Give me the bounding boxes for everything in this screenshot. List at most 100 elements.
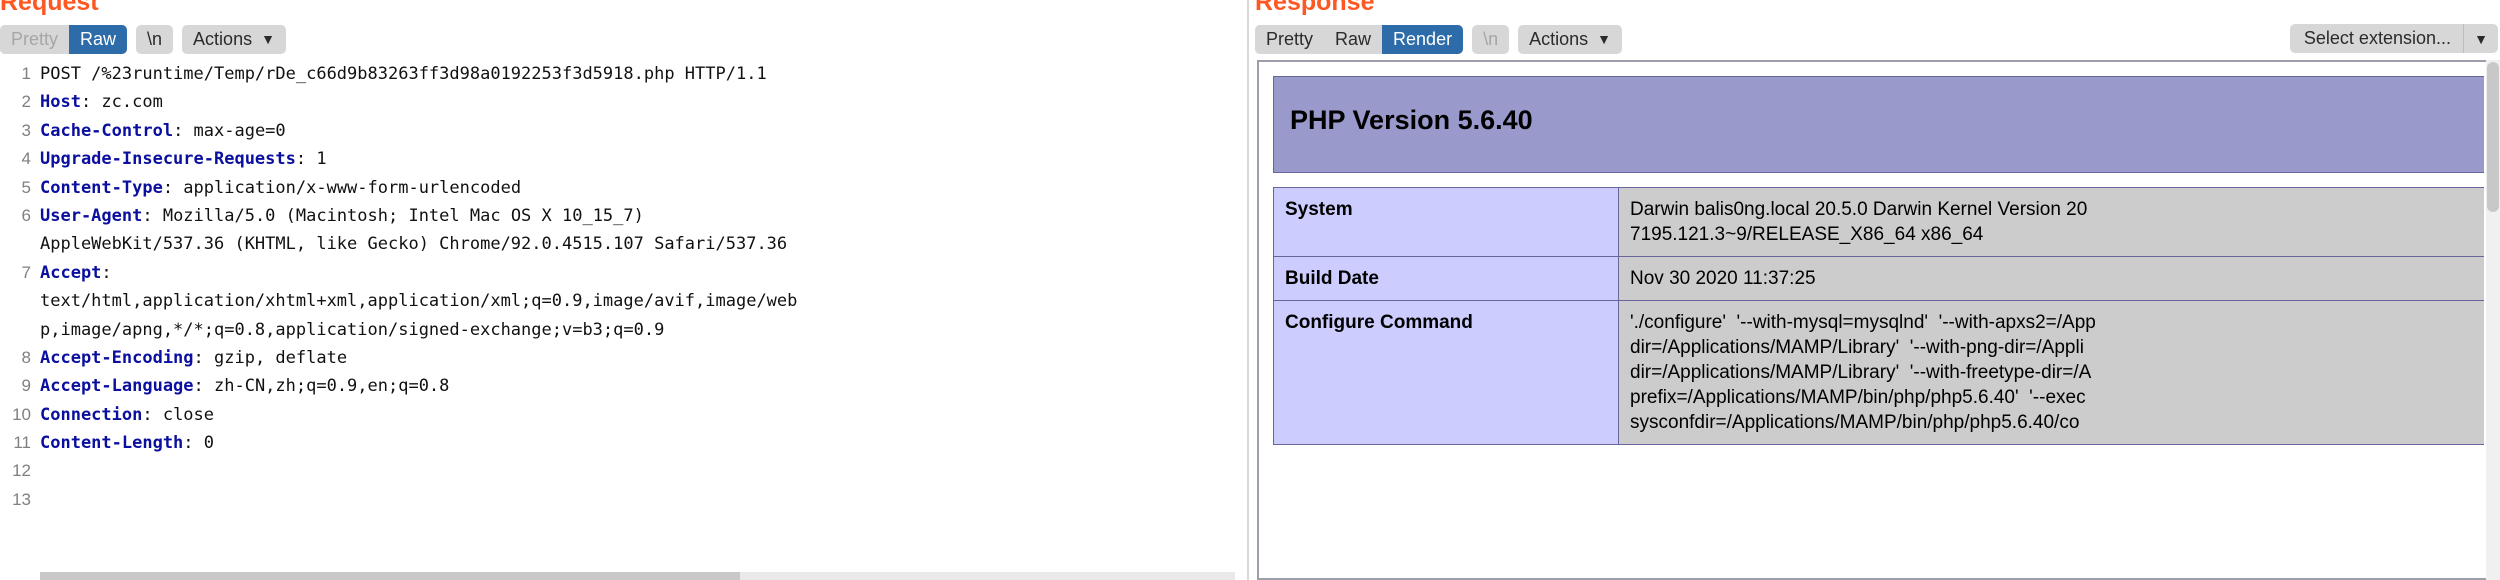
request-line-number: 10 bbox=[12, 404, 31, 424]
request-line: 3 Cache-Control: max-age=0 bbox=[0, 117, 1245, 145]
request-header-value: POST /%23runtime/Temp/rDe_c66d9b83263ff3… bbox=[40, 64, 767, 84]
request-line-text: User-Agent: Mozilla/5.0 (Macintosh; Inte… bbox=[40, 202, 1245, 230]
request-line-text: Connection: close bbox=[40, 401, 1245, 429]
phpinfo-table: System Darwin balis0ng.local 20.5.0 Darwi… bbox=[1273, 187, 2484, 445]
table-row: Build Date Nov 30 2020 11:37:25 bbox=[1273, 256, 2484, 301]
request-header-value: : gzip, deflate bbox=[193, 347, 348, 368]
request-header-value: : zh-CN,zh;q=0.9,en;q=0.8 bbox=[193, 376, 450, 397]
request-line: 10 Connection: close bbox=[0, 401, 1245, 429]
request-header-value: : Mozilla/5.0 (Macintosh; Intel Mac OS X… bbox=[142, 205, 644, 226]
select-extension-dropdown[interactable]: Select extension... ▼ bbox=[2289, 24, 2498, 53]
request-header-name: Upgrade-Insecure-Requests bbox=[40, 149, 296, 170]
request-header-name: Content-Length bbox=[40, 433, 184, 454]
response-tab-raw[interactable]: Raw bbox=[1324, 24, 1383, 54]
request-line-text: text/html,application/xhtml+xml,applicat… bbox=[40, 287, 1245, 315]
request-line-number: 4 bbox=[21, 149, 31, 169]
request-header-name: User-Agent bbox=[40, 205, 143, 226]
request-line-text: Content-Type: application/x-www-form-url… bbox=[40, 174, 1245, 202]
response-panel: Response Pretty Raw Render \n Actions ▼ … bbox=[1255, 0, 2500, 580]
response-vertical-scrollbar[interactable] bbox=[2486, 60, 2500, 580]
request-header-name: Content-Type bbox=[40, 177, 163, 198]
request-scrollbar-thumb[interactable] bbox=[40, 572, 740, 580]
request-header-name: Host bbox=[40, 92, 81, 113]
phpinfo-document: PHP Version 5.6.40 System Darwin balis0ng… bbox=[1259, 62, 2484, 578]
request-line: 2 Host: zc.com bbox=[0, 88, 1245, 116]
request-actions-button[interactable]: Actions ▼ bbox=[182, 24, 286, 54]
request-header-value: AppleWebKit/537.36 (KHTML, like Gecko) C… bbox=[40, 234, 788, 255]
chevron-down-icon[interactable]: ▼ bbox=[2464, 24, 2498, 53]
response-tab-render[interactable]: Render bbox=[1382, 24, 1464, 54]
request-line-number: 8 bbox=[21, 347, 31, 367]
request-newline-label: \n bbox=[147, 29, 163, 49]
request-header-value: p,image/apng,*/*;q=0.8,application/signe… bbox=[40, 319, 665, 340]
response-render-frame[interactable]: PHP Version 5.6.40 System Darwin balis0ng… bbox=[1257, 60, 2500, 580]
request-toolbar: Pretty Raw \n Actions ▼ bbox=[0, 24, 286, 54]
request-code-area[interactable]: 1 POST /%23runtime/Temp/rDe_c66d9b83263ff… bbox=[0, 60, 1245, 514]
response-panel-title: Response bbox=[1255, 0, 1375, 16]
request-horizontal-scrollbar[interactable] bbox=[40, 572, 1235, 580]
request-line: 12 bbox=[0, 457, 1245, 485]
response-tab-pretty[interactable]: Pretty bbox=[1255, 24, 1325, 54]
php-version-heading: PHP Version 5.6.40 bbox=[1290, 105, 1533, 135]
request-line: AppleWebKit/537.36 (KHTML, like Gecko) C… bbox=[0, 230, 1245, 258]
response-newline-toggle[interactable]: \n bbox=[1472, 24, 1510, 54]
burp-repeater-screen: Request Pretty Raw \n Actions ▼ 1 POST /%… bbox=[0, 0, 2500, 580]
request-actions-label: Actions bbox=[193, 29, 253, 49]
php-version-banner: PHP Version 5.6.40 bbox=[1273, 76, 2484, 173]
request-header-value: : close bbox=[142, 404, 215, 425]
request-header-name: Accept-Encoding bbox=[40, 347, 194, 368]
request-panel: Request Pretty Raw \n Actions ▼ 1 POST /%… bbox=[0, 0, 1245, 580]
request-tab-raw[interactable]: Raw bbox=[69, 24, 128, 54]
request-line-text: p,image/apng,*/*;q=0.8,application/signe… bbox=[40, 316, 1245, 344]
request-header-value: : bbox=[101, 262, 112, 283]
response-view-mode-group[interactable]: Pretty Raw Render bbox=[1255, 24, 1464, 54]
response-toolbar: Pretty Raw Render \n Actions ▼ bbox=[1255, 24, 1622, 54]
request-header-value: : application/x-www-form-urlencoded bbox=[162, 177, 522, 198]
request-line-text: Accept-Encoding: gzip, deflate bbox=[40, 344, 1245, 372]
request-header-value: text/html,application/xhtml+xml,applicat… bbox=[40, 291, 798, 312]
request-header-name: Connection bbox=[40, 404, 143, 425]
request-header-name: Cache-Control bbox=[40, 120, 174, 141]
phpinfo-value-cell: Nov 30 2020 11:37:25 bbox=[1618, 256, 2484, 301]
request-line: 13 bbox=[0, 486, 1245, 514]
request-line: text/html,application/xhtml+xml,applicat… bbox=[0, 287, 1245, 315]
request-line-text: Content-Length: 0 bbox=[40, 429, 1245, 457]
request-line-number: 9 bbox=[21, 376, 31, 396]
request-line: 1 POST /%23runtime/Temp/rDe_c66d9b83263ff… bbox=[0, 60, 1245, 88]
table-row: Configure Command './configure' '--with-m… bbox=[1273, 300, 2484, 445]
request-panel-title: Request bbox=[0, 0, 99, 16]
request-line-text: Upgrade-Insecure-Requests: 1 bbox=[40, 145, 1245, 173]
phpinfo-value-cell: './configure' '--with-mysql=mysqlnd' '--… bbox=[1618, 300, 2484, 445]
chevron-down-icon: ▼ bbox=[1597, 31, 1611, 47]
request-header-value: : 0 bbox=[183, 433, 215, 454]
request-line: 9 Accept-Language: zh-CN,zh;q=0.9,en;q=0.… bbox=[0, 372, 1245, 400]
chevron-down-icon: ▼ bbox=[261, 31, 275, 47]
request-line: 7 Accept: bbox=[0, 259, 1245, 287]
request-line: 6 User-Agent: Mozilla/5.0 (Macintosh; Int… bbox=[0, 202, 1245, 230]
request-line-number: 13 bbox=[12, 489, 31, 509]
request-header-name: Accept-Language bbox=[40, 376, 194, 397]
response-actions-button[interactable]: Actions ▼ bbox=[1518, 24, 1622, 54]
phpinfo-value-cell: Darwin balis0ng.local 20.5.0 Darwin Kern… bbox=[1618, 187, 2484, 257]
select-extension-value: Select extension... bbox=[2303, 28, 2451, 48]
request-line-number: 7 bbox=[21, 262, 31, 282]
request-line-text: AppleWebKit/537.36 (KHTML, like Gecko) C… bbox=[40, 230, 1245, 258]
request-line-text: Cache-Control: max-age=0 bbox=[40, 117, 1245, 145]
request-line-number: 12 bbox=[12, 461, 31, 481]
request-line-number: 1 bbox=[21, 64, 31, 83]
request-header-value: : zc.com bbox=[80, 92, 163, 113]
request-tab-pretty[interactable]: Pretty bbox=[0, 24, 70, 54]
phpinfo-key-cell: Configure Command bbox=[1273, 300, 1619, 445]
response-scrollbar-thumb[interactable] bbox=[2487, 62, 2499, 212]
request-view-mode-group[interactable]: Pretty Raw bbox=[0, 24, 128, 54]
request-editor[interactable]: 1 POST /%23runtime/Temp/rDe_c66d9b83263ff… bbox=[0, 60, 1245, 580]
request-line: p,image/apng,*/*;q=0.8,application/signe… bbox=[0, 316, 1245, 344]
table-row: System Darwin balis0ng.local 20.5.0 Darwi… bbox=[1273, 187, 2484, 257]
request-line: 8 Accept-Encoding: gzip, deflate bbox=[0, 344, 1245, 372]
phpinfo-key-cell: Build Date bbox=[1273, 256, 1619, 301]
request-line-text: Host: zc.com bbox=[40, 88, 1245, 116]
request-line: 5 Content-Type: application/x-www-form-ur… bbox=[0, 174, 1245, 202]
panel-divider[interactable] bbox=[1247, 0, 1249, 580]
request-newline-toggle[interactable]: \n bbox=[136, 24, 174, 54]
response-actions-label: Actions bbox=[1529, 29, 1589, 49]
